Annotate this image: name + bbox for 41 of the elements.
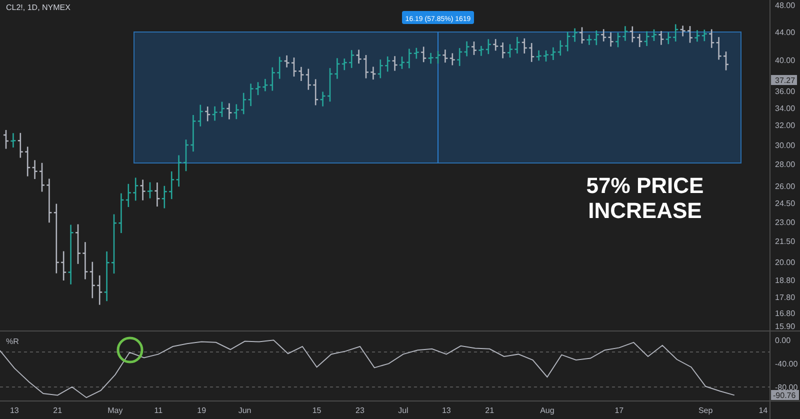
time-axis-label: Jun (238, 406, 252, 415)
highlight-circle (116, 336, 144, 364)
time-axis-label: 15 (312, 406, 322, 415)
price-axis-label: 16.80 (775, 309, 796, 318)
price-axis-label: 18.80 (775, 276, 796, 285)
time-axis-label: 14 (758, 406, 768, 415)
time-axis-label: 13 (10, 406, 19, 415)
time-axis-label: 17 (614, 406, 624, 415)
price-axis-label: 24.50 (775, 199, 796, 208)
time-axis-label: May (108, 406, 123, 415)
indicator-axis-label: -80.00 (775, 383, 798, 392)
annotation-text: 57% PRICE INCREASE (586, 173, 704, 223)
time-axis-label: 19 (197, 406, 206, 415)
price-axis-label: 30.00 (775, 141, 796, 150)
price-axis-label: 48.00 (775, 1, 796, 10)
time-axis-label: 21 (53, 406, 62, 415)
price-axis-label: 36.00 (775, 87, 796, 96)
price-axis-label: 34.00 (775, 104, 796, 113)
price-axis-label: 21.50 (775, 237, 796, 246)
time-axis-label: Aug (540, 406, 554, 415)
indicator-axis-label: 0.00 (775, 336, 791, 346)
time-axis-label: 23 (356, 406, 364, 415)
price-axis-label: 32.00 (775, 121, 796, 130)
indicator-name: %R (6, 337, 19, 346)
price-axis-label: 44.00 (775, 28, 796, 37)
time-axis-label: Jul (398, 406, 408, 415)
price-axis-label: 26.00 (775, 182, 796, 191)
price-axis-label: 23.00 (775, 218, 796, 227)
price-axis-label: 17.80 (775, 293, 796, 302)
time-axis-label: Sep (698, 406, 713, 415)
time-axis-label: 11 (154, 406, 163, 415)
time-axis-label: 21 (485, 406, 494, 415)
chart-title: CL2!, 1D, NYMEX (6, 3, 70, 12)
price-axis-label: 40.00 (775, 56, 796, 65)
current-price-tag: 37.27 (771, 75, 797, 85)
indicator-axis-label: -40.00 (775, 360, 798, 369)
price-axis-label: 20.00 (775, 258, 796, 267)
indicator-value-tag: -90.76 (771, 390, 799, 400)
time-axis-label: 13 (442, 406, 451, 415)
price-axis-label: 15.90 (775, 322, 796, 331)
price-axis-label: 28.00 (775, 160, 796, 169)
